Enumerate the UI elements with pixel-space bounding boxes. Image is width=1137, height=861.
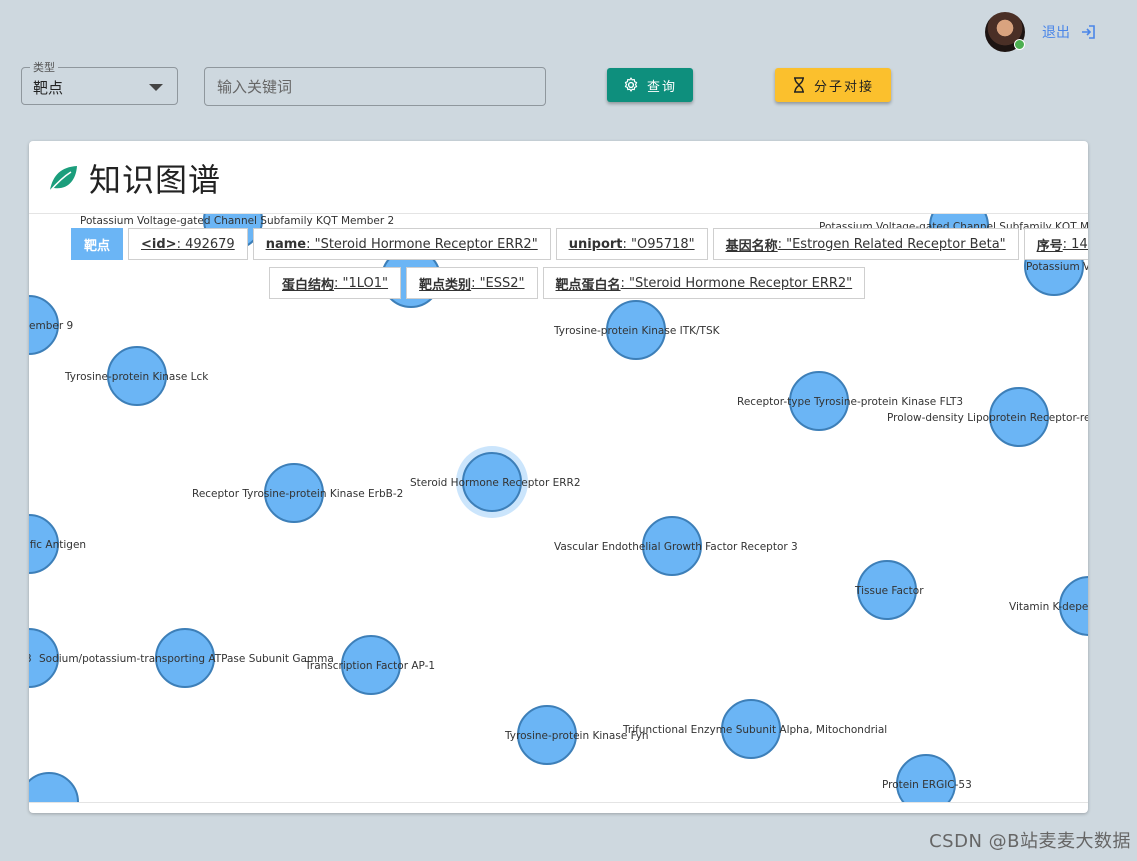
graph-node-label: Potassium Voltage-gated Channel Subfamil… <box>80 215 394 227</box>
graph-svg[interactable]: Potassium Voltage-gated Channel Subfamil… <box>29 214 1088 802</box>
graph-node-label: Vitamin K-depender <box>1009 601 1088 613</box>
info-field-index: 序号: 145 <box>1023 228 1088 260</box>
info-field-category: 靶点类别: "ESS2" <box>406 267 538 299</box>
info-value: : 145 <box>1062 236 1088 252</box>
query-button[interactable]: 查询 <box>607 68 693 102</box>
graph-node-label: Prolow-density Lipoprotein Receptor-rel <box>887 412 1088 424</box>
graph-node-label: Tissue Factor <box>854 585 924 597</box>
info-field-structure: 蛋白结构: "1LO1" <box>269 267 402 299</box>
graph-node[interactable] <box>29 772 79 802</box>
graph-node-label: Transcription Factor AP-1 <box>304 660 435 672</box>
logout-icon <box>1082 25 1095 39</box>
info-key: 基因名称 <box>725 238 778 254</box>
info-field-id: <id>: 492679 <box>128 228 248 260</box>
info-value: : "Steroid Hormone Receptor ERR2" <box>306 236 538 252</box>
docking-button[interactable]: 分子对接 <box>775 68 891 102</box>
graph-node-label: Tyrosine-protein Kinase ITK/TSK <box>553 325 721 337</box>
info-field-protein-name: 靶点蛋白名: "Steroid Hormone Receptor ERR2" <box>542 267 866 299</box>
info-key: 蛋白结构 <box>282 277 335 293</box>
leaf-icon <box>49 166 77 192</box>
graph-node-label: 3 <box>29 653 32 665</box>
node-info-row-2: 蛋白结构: "1LO1" 靶点类别: "ESS2" 靶点蛋白名: "Steroi… <box>269 267 866 299</box>
node-type-label: 靶点 <box>84 238 111 254</box>
graph-node-label: cific Antigen <box>29 539 86 551</box>
graph-node-label: Receptor-type Tyrosine-protein Kinase FL… <box>737 396 963 408</box>
node-type-chip: 靶点 <box>71 228 124 260</box>
info-field-name: name: "Steroid Hormone Receptor ERR2" <box>252 228 551 260</box>
page-title: 知识图谱 <box>89 161 222 199</box>
query-button-label: 查询 <box>646 79 677 95</box>
knowledge-graph-card: 知识图谱 Potassium Voltage-gated Channel Sub… <box>29 141 1088 813</box>
logout-link[interactable]: 退出 <box>1042 22 1096 42</box>
docking-button-label: 分子对接 <box>813 79 874 95</box>
type-select-value: 靶点 <box>33 79 64 97</box>
info-field-uniport: uniport: "O95718" <box>555 228 708 260</box>
online-status-dot <box>1014 39 1025 50</box>
graph-node-label: Potassium Vol <box>1026 261 1088 273</box>
hourglass-icon <box>793 77 804 93</box>
graph-node-label: Protein ERGIC-53 <box>882 779 972 791</box>
info-key: 靶点蛋白名 <box>555 277 621 293</box>
graph-node-label: Sodium/potassium-transporting ATPase Sub… <box>39 653 334 665</box>
info-value: : "Estrogen Related Receptor Beta" <box>777 236 1006 252</box>
info-value: : "O95718" <box>622 236 695 252</box>
footer-watermark: CSDN @B站麦麦大数据 <box>929 831 1131 852</box>
type-select[interactable]: 类型 靶点 <box>21 59 178 105</box>
info-key: 序号 <box>1036 238 1063 254</box>
info-field-gene-name: 基因名称: "Estrogen Related Receptor Beta" <box>712 228 1019 260</box>
graph-node-label: Vascular Endothelial Growth Factor Recep… <box>554 541 798 553</box>
node-info-row-1: 靶点 <id>: 492679 name: "Steroid Hormone R… <box>71 228 1088 260</box>
graph-node-label: Tyrosine-protein Kinase Lck <box>64 371 209 383</box>
type-select-label: 类型 <box>30 59 58 75</box>
graph-canvas[interactable]: Potassium Voltage-gated Channel Subfamil… <box>29 213 1088 803</box>
graph-node-label: Steroid Hormone Receptor ERR2 <box>410 477 581 489</box>
settings-icon <box>624 77 638 92</box>
info-value: : "1LO1" <box>334 275 389 291</box>
graph-node-label: ember 9 <box>29 320 73 332</box>
logout-label: 退出 <box>1042 25 1070 41</box>
info-key: uniport <box>568 236 623 252</box>
keyword-input[interactable] <box>204 67 546 106</box>
info-key: <id> <box>141 236 177 252</box>
info-value: : "Steroid Hormone Receptor ERR2" <box>620 275 853 291</box>
info-value: : 492679 <box>176 236 235 252</box>
info-key: 靶点类别 <box>419 277 472 293</box>
info-value: : "ESS2" <box>471 275 525 291</box>
info-key: name <box>265 236 307 252</box>
graph-node-label: Trifunctional Enzyme Subunit Alpha, Mito… <box>622 724 887 736</box>
chevron-down-icon[interactable] <box>149 84 163 91</box>
graph-node-label: Receptor Tyrosine-protein Kinase ErbB-2 <box>192 488 403 500</box>
